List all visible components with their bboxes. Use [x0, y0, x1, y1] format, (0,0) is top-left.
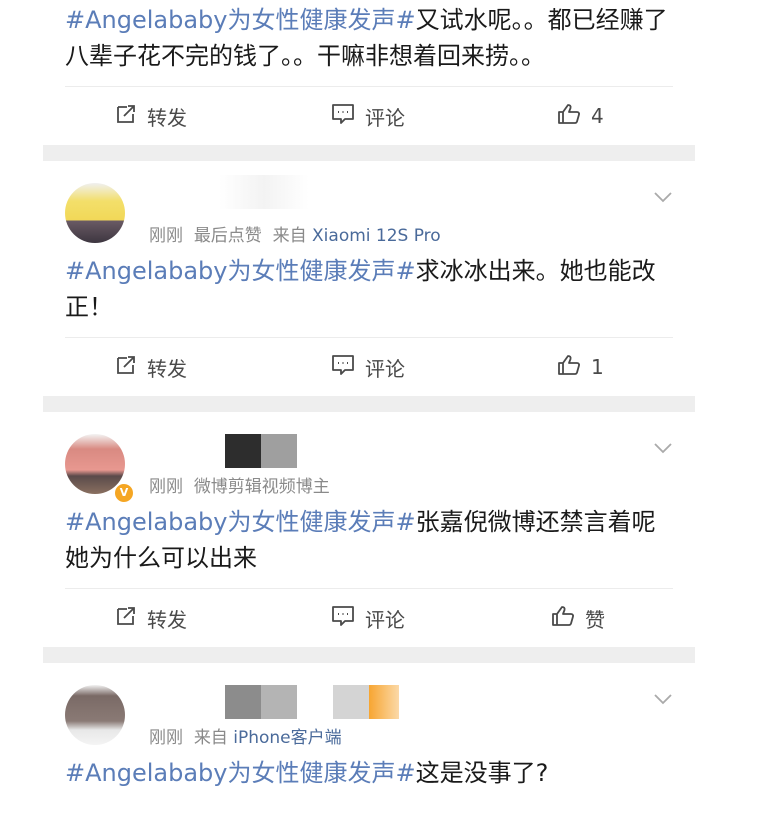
repost-label: 转发 [147, 607, 187, 632]
weibo-comment-feed: #Angelababy为女性健康发声#又试水呢。。都已经赚了八辈子花不完的钱了。… [43, 0, 695, 791]
action-bar: 转发 评论 赞 [43, 589, 695, 647]
hashtag-link[interactable]: #Angelababy为女性健康发声# [65, 508, 416, 536]
like-button[interactable]: 1 [557, 338, 604, 396]
source-device: Xiaomi 12S Pro [312, 226, 441, 246]
post-separator [43, 396, 695, 412]
post-time: 刚刚 [149, 728, 183, 748]
post-time: 刚刚 [149, 477, 183, 497]
badge-obscured [333, 685, 369, 719]
action-bar: 转发 评论 4 [43, 87, 695, 145]
repost-label: 转发 [147, 356, 187, 381]
comment-label: 评论 [365, 356, 405, 381]
comment-icon [331, 605, 365, 632]
comment-button[interactable]: 评论 [331, 338, 405, 396]
comment-icon [331, 354, 365, 381]
post-4: 刚刚 来自 iPhone客户端 #Angelababy为女性健康发声#这是没事了… [43, 663, 695, 791]
like-count: 4 [591, 104, 604, 128]
repost-button[interactable]: 转发 [115, 87, 187, 145]
post-separator [43, 145, 695, 161]
username-obscured[interactable] [261, 434, 297, 468]
post-separator [43, 647, 695, 663]
post-meta: 刚刚 来自 iPhone客户端 [149, 723, 342, 748]
username-obscured[interactable] [225, 685, 261, 719]
post-meta: 刚刚 微博剪辑视频博主 [149, 472, 330, 497]
like-button[interactable]: 4 [557, 87, 604, 145]
post-1: #Angelababy为女性健康发声#又试水呢。。都已经赚了八辈子花不完的钱了。… [43, 0, 695, 145]
post-meta: 刚刚 最后点赞 来自 Xiaomi 12S Pro [149, 221, 441, 246]
avatar[interactable] [65, 183, 125, 243]
post-text: #Angelababy为女性健康发声#又试水呢。。都已经赚了八辈子花不完的钱了。… [43, 0, 695, 74]
repost-icon [115, 103, 147, 130]
action-bar: 转发 评论 1 [43, 338, 695, 396]
repost-label: 转发 [147, 105, 187, 130]
comment-button[interactable]: 评论 [331, 589, 405, 647]
user-description: 微博剪辑视频博主 [193, 477, 330, 497]
post-header: V 刚刚 微博剪辑视频博主 [43, 412, 695, 504]
like-icon [557, 103, 591, 130]
source-device: iPhone客户端 [233, 728, 342, 748]
repost-icon [115, 354, 147, 381]
post-header: 刚刚 来自 iPhone客户端 [43, 663, 695, 755]
verified-badge-icon: V [113, 482, 135, 504]
avatar[interactable] [65, 685, 125, 745]
source-prefix: 来自 [272, 226, 307, 246]
hashtag-link[interactable]: #Angelababy为女性健康发声# [65, 6, 416, 34]
username-obscured[interactable] [225, 434, 261, 468]
repost-button[interactable]: 转发 [115, 589, 187, 647]
username-obscured[interactable] [261, 685, 297, 719]
repost-button[interactable]: 转发 [115, 338, 187, 396]
post-time: 刚刚 [149, 226, 183, 246]
like-button[interactable]: 赞 [551, 589, 605, 647]
like-icon [557, 354, 591, 381]
post-text: #Angelababy为女性健康发声#求冰冰出来。她也能改正！ [43, 253, 695, 325]
chevron-down-icon[interactable] [653, 693, 673, 705]
like-label: 赞 [585, 607, 605, 632]
repost-icon [115, 605, 147, 632]
like-icon [551, 605, 585, 632]
chevron-down-icon[interactable] [653, 442, 673, 454]
username-obscured[interactable] [219, 175, 309, 209]
like-count: 1 [591, 355, 604, 379]
source-prefix: 来自 [193, 728, 228, 748]
post-2: 刚刚 最后点赞 来自 Xiaomi 12S Pro #Angelababy为女性… [43, 161, 695, 396]
comment-label: 评论 [365, 105, 405, 130]
hashtag-link[interactable]: #Angelababy为女性健康发声# [65, 257, 416, 285]
chevron-down-icon[interactable] [653, 191, 673, 203]
hashtag-link[interactable]: #Angelababy为女性健康发声# [65, 759, 416, 787]
comment-icon [331, 103, 365, 130]
comment-button[interactable]: 评论 [331, 87, 405, 145]
badge-obscured [369, 685, 399, 719]
comment-label: 评论 [365, 607, 405, 632]
post-text: #Angelababy为女性健康发声#这是没事了? [43, 755, 695, 791]
post-body: 这是没事了? [415, 759, 549, 787]
last-liked-label: 最后点赞 [193, 226, 262, 246]
post-header: 刚刚 最后点赞 来自 Xiaomi 12S Pro [43, 161, 695, 253]
post-3: V 刚刚 微博剪辑视频博主 #Angelababy为女性健康发声#张嘉倪微博还禁… [43, 412, 695, 647]
post-text: #Angelababy为女性健康发声#张嘉倪微博还禁言着呢她为什么可以出来 [43, 504, 695, 576]
